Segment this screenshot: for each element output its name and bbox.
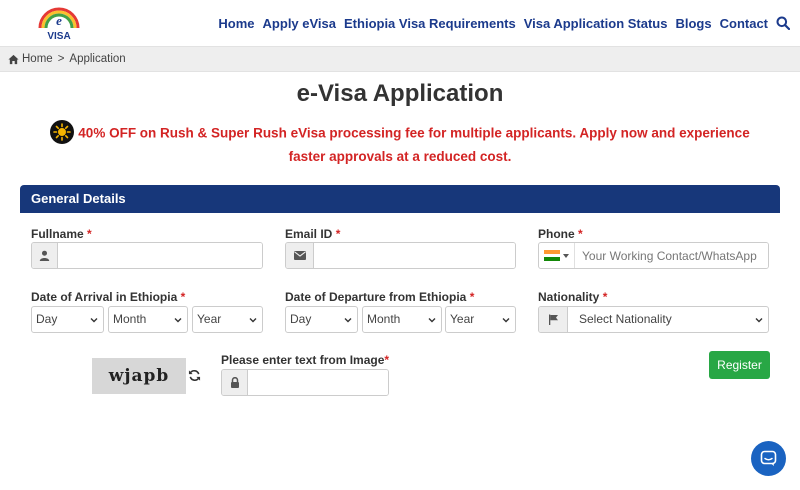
india-flag-icon [544,250,560,262]
phone-input[interactable] [575,243,768,268]
arrival-month-value: Month [113,312,147,326]
nav-apply-evisa[interactable]: Apply eVisa [263,16,336,31]
departure-year-value: Year [450,312,475,326]
captcha-image: wjapb [92,358,186,394]
chat-widget-button[interactable] [751,441,786,476]
email-label: Email ID * [285,227,340,241]
arrival-year-value: Year [197,312,222,326]
svg-text:VISA: VISA [47,31,70,42]
nationality-label-text: Nationality [538,290,600,304]
phone-label-text: Phone [538,227,575,241]
departure-day-select[interactable]: Day [285,306,358,333]
required-mark: * [335,227,341,241]
arrival-label-text: Date of Arrival in Ethiopia [31,290,178,304]
required-mark: * [578,227,583,241]
fullname-field [31,242,263,269]
promo-banner: 40% OFF on Rush & Super Rush eVisa proce… [40,120,760,167]
main-nav: Home Apply eVisa Ethiopia Visa Requireme… [210,0,790,46]
breadcrumb-current: Application [69,53,126,65]
fullname-label-text: Fullname [31,227,84,241]
required-mark: * [87,227,92,241]
captcha-input[interactable] [248,370,388,395]
required-mark: * [180,290,186,304]
required-mark: * [384,353,390,367]
refresh-icon[interactable] [188,369,201,382]
nav-visa-requirements[interactable]: Ethiopia Visa Requirements [344,16,516,31]
captcha-label: Please enter text from Image* [221,353,389,367]
captcha-label-text: Please enter text from Image [221,353,385,367]
phone-label: Phone * [538,227,583,241]
arrival-month-select[interactable]: Month [108,306,188,333]
evisa-logo[interactable]: e VISA [32,2,86,42]
page-title: e-Visa Application [296,80,504,107]
nationality-value: Select Nationality [579,312,672,326]
register-button[interactable]: Register [709,351,770,379]
departure-month-value: Month [367,312,401,326]
nationality-label: Nationality * [538,290,607,304]
general-details-header: General Details [20,185,780,213]
arrival-label: Date of Arrival in Ethiopia * [31,290,185,304]
chat-icon [760,450,777,466]
country-code-dropdown[interactable] [539,243,575,268]
flag-icon [539,307,568,332]
departure-year-select[interactable]: Year [445,306,516,333]
required-mark: * [602,290,608,304]
nationality-field: Select Nationality [538,306,769,333]
arrival-year-select[interactable]: Year [192,306,263,333]
departure-label-text: Date of Departure from Ethiopia [285,290,467,304]
email-input[interactable] [314,243,515,268]
arrival-day-value: Day [36,312,58,326]
promo-text: 40% OFF on Rush & Super Rush eVisa proce… [78,125,750,164]
chevron-down-icon [502,318,510,323]
search-icon[interactable] [776,16,790,30]
user-icon [32,243,58,268]
nationality-select[interactable]: Select Nationality [568,307,768,332]
breadcrumb-separator: > [57,53,65,65]
breadcrumb: Home > Application [0,46,800,72]
caret-down-icon [563,253,569,258]
chevron-down-icon [755,318,763,323]
email-field [285,242,516,269]
email-label-text: Email ID [285,227,333,241]
chevron-down-icon [249,318,257,323]
nav-contact[interactable]: Contact [720,16,768,31]
departure-day-value: Day [290,312,312,326]
fullname-input[interactable] [58,243,262,268]
departure-label: Date of Departure from Ethiopia * [285,290,474,304]
chevron-down-icon [174,318,182,323]
svg-text:e: e [56,13,62,28]
required-mark: * [469,290,475,304]
lock-icon [222,370,248,395]
nav-visa-status[interactable]: Visa Application Status [524,16,668,31]
fullname-label: Fullname * [31,227,92,241]
chevron-down-icon [428,318,436,323]
captcha-field [221,369,389,396]
captcha-text: wjapb [108,366,170,386]
site-header: e VISA Home Apply eVisa Ethiopia Visa Re… [0,0,800,46]
chevron-down-icon [344,318,352,323]
nav-blogs[interactable]: Blogs [675,16,711,31]
departure-month-select[interactable]: Month [362,306,442,333]
phone-field [538,242,769,269]
sun-badge-icon [50,120,75,144]
breadcrumb-home[interactable]: Home [22,53,53,65]
nav-home[interactable]: Home [218,16,254,31]
chevron-down-icon [90,318,98,323]
home-icon [8,54,19,64]
envelope-icon [286,243,314,268]
arrival-day-select[interactable]: Day [31,306,104,333]
